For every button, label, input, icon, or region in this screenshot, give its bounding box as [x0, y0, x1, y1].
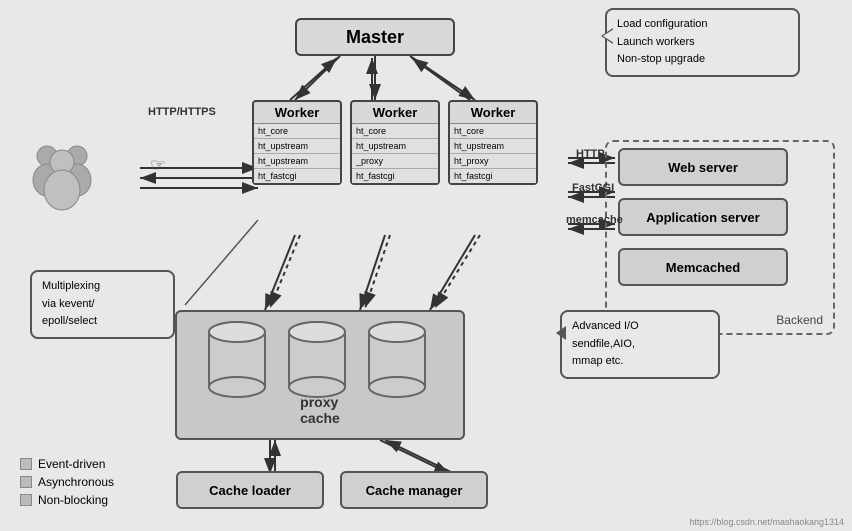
- worker-1-mod-3: ht_upstream: [254, 154, 340, 169]
- worker-2-mod-2: ht_upstream: [352, 139, 438, 154]
- worker-2-mod-4: ht_fastcgi: [352, 169, 438, 183]
- legend-square-async: [20, 476, 32, 488]
- http-https-label: HTTP/HTTPS: [148, 106, 216, 118]
- multiplexing-callout: Multiplexing via kevent/ epoll/select: [30, 270, 175, 339]
- worker-3-mod-2: ht_upstream: [450, 139, 536, 154]
- memcached-label: Memcached: [666, 260, 740, 275]
- legend-label-async: Asynchronous: [38, 475, 114, 489]
- worker-3-mod-4: ht_fastcgi: [450, 169, 536, 183]
- worker-3-mod-1: ht_core: [450, 124, 536, 139]
- legend-item-nonblocking: Non-blocking: [20, 493, 114, 507]
- master-label: Master: [346, 27, 404, 48]
- worker-2-mod-1: ht_core: [352, 124, 438, 139]
- cursor-icon: ☞: [150, 155, 166, 176]
- advanced-io-callout: Advanced I/O sendfile,AIO, mmap etc.: [560, 310, 720, 379]
- master-box: Master: [295, 18, 455, 56]
- legend-label-nonblocking: Non-blocking: [38, 493, 108, 507]
- worker-1-box: Worker ht_core ht_upstream ht_upstream h…: [252, 100, 342, 185]
- multiplexing-text: Multiplexing via kevent/ epoll/select: [42, 280, 100, 327]
- advanced-io-text: Advanced I/O sendfile,AIO, mmap etc.: [572, 320, 639, 367]
- footnote: https://blog.csdn.net/mashaokang1314: [689, 517, 844, 527]
- cache-manager-box: Cache manager: [340, 471, 488, 509]
- worker-3-box: Worker ht_core ht_upstream ht_proxy ht_f…: [448, 100, 538, 185]
- master-callout: Load configuration Launch workers Non-st…: [605, 8, 800, 77]
- app-server-box: Application server: [618, 198, 788, 236]
- worker-2-title: Worker: [352, 102, 438, 124]
- legend-item-event: Event-driven: [20, 457, 114, 471]
- proxy-cache-area: proxy cache: [175, 310, 465, 440]
- memcache-label: memcache: [566, 214, 623, 226]
- cache-manager-label: Cache manager: [366, 483, 463, 498]
- legend-square-nonblocking: [20, 494, 32, 506]
- worker-3-title: Worker: [450, 102, 536, 124]
- worker-1-mod-2: ht_upstream: [254, 139, 340, 154]
- memcached-box: Memcached: [618, 248, 788, 286]
- cache-loader-box: Cache loader: [176, 471, 324, 509]
- db-cylinder-3: [367, 320, 427, 410]
- worker-1-mod-1: ht_core: [254, 124, 340, 139]
- cache-loader-label: Cache loader: [209, 483, 291, 498]
- legend-label-event: Event-driven: [38, 457, 105, 471]
- advanced-io-callout-tail: [556, 326, 566, 340]
- worker-1-mod-4: ht_fastcgi: [254, 169, 340, 183]
- worker-2-box: Worker ht_core ht_upstream _proxy ht_fas…: [350, 100, 440, 185]
- worker-1-title: Worker: [254, 102, 340, 124]
- legend: Event-driven Asynchronous Non-blocking: [20, 457, 114, 511]
- fastcgi-label: FastCGI: [572, 182, 614, 194]
- people-icon: [25, 138, 115, 218]
- app-server-label: Application server: [646, 210, 759, 225]
- master-callout-text: Load configuration Launch workers Non-st…: [617, 18, 708, 65]
- legend-square-event: [20, 458, 32, 470]
- web-server-box: Web server: [618, 148, 788, 186]
- proxy-cache-label: proxy cache: [300, 394, 340, 426]
- backend-label: Backend: [776, 313, 823, 327]
- worker-3-mod-3: ht_proxy: [450, 154, 536, 169]
- web-server-label: Web server: [668, 160, 738, 175]
- diagram-container: Master Load configuration Launch workers…: [0, 0, 852, 531]
- legend-item-async: Asynchronous: [20, 475, 114, 489]
- http-label: HTTP: [576, 148, 605, 160]
- db-cylinder-1: [207, 320, 267, 410]
- worker-2-mod-3: _proxy: [352, 154, 438, 169]
- callout-tail-inner: [603, 29, 614, 43]
